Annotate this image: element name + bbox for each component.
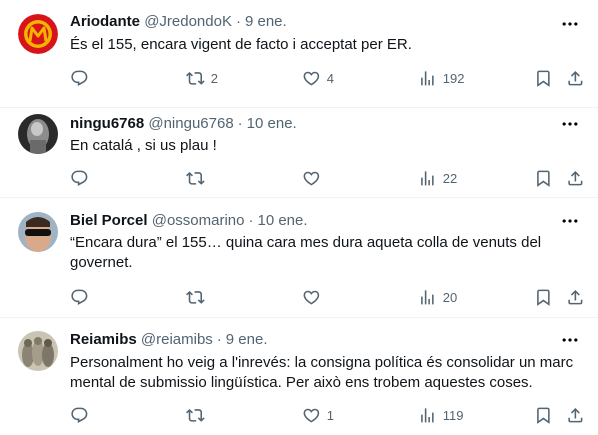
- view-count: 119: [442, 407, 464, 423]
- author-name[interactable]: Reiamibs: [70, 331, 137, 348]
- retweet-button[interactable]: [186, 287, 211, 307]
- share-icon: [566, 288, 585, 307]
- bookmark-button[interactable]: [534, 287, 553, 307]
- tweet-actions: 22: [70, 168, 590, 188]
- views-button[interactable]: 22: [418, 168, 457, 188]
- tweet[interactable]: Ariodante @JredondoK · 9 ene. És el 155, e…: [0, 0, 598, 108]
- like-count: 4: [326, 70, 334, 86]
- retweet-icon: [186, 406, 205, 425]
- avatar[interactable]: [18, 212, 58, 252]
- more-icon[interactable]: [560, 14, 580, 34]
- tweet-text: “Encara dura” el 155… quina cara mes dur…: [70, 234, 542, 271]
- like-icon: [302, 406, 321, 425]
- share-button[interactable]: [566, 168, 585, 188]
- author-name[interactable]: ningu6768: [70, 115, 144, 132]
- photo-avatar-icon: [18, 331, 58, 371]
- tweet-actions: 1 119: [70, 405, 590, 425]
- tweet-text: Personalment ho veig a l'inrevés: la con…: [70, 354, 574, 391]
- author-name[interactable]: Ariodante: [70, 13, 140, 30]
- author-handle[interactable]: @ningu6768: [148, 115, 233, 132]
- views-button[interactable]: 119: [418, 405, 463, 425]
- reply-icon: [70, 288, 89, 307]
- like-icon: [302, 288, 321, 307]
- reply-button[interactable]: [70, 405, 95, 425]
- tweet[interactable]: ningu6768 @ningu6768 · 10 ene. En catalá ,…: [0, 108, 598, 198]
- retweet-count: 2: [210, 70, 218, 86]
- author-handle[interactable]: @JredondoK: [144, 13, 232, 30]
- like-button[interactable]: [302, 168, 327, 188]
- share-icon: [566, 406, 585, 425]
- author-handle[interactable]: @reiamibs: [141, 331, 213, 348]
- like-button[interactable]: 1: [302, 405, 334, 425]
- like-button[interactable]: 4: [302, 68, 334, 88]
- view-count: 192: [442, 70, 465, 86]
- more-icon[interactable]: [560, 211, 580, 231]
- tweet[interactable]: Biel Porcel @ossomarino · 10 ene. “Encara …: [0, 198, 598, 318]
- views-icon: [418, 406, 437, 425]
- retweet-button[interactable]: [186, 168, 211, 188]
- avatar[interactable]: [18, 114, 58, 154]
- views-button[interactable]: 192: [418, 68, 464, 88]
- bookmark-icon: [534, 69, 553, 88]
- avatar[interactable]: [18, 14, 58, 54]
- share-button[interactable]: [566, 405, 585, 425]
- retweet-button[interactable]: 2: [186, 68, 218, 88]
- separator: ·: [248, 212, 254, 229]
- avatar[interactable]: [18, 331, 58, 371]
- reply-icon: [70, 169, 89, 188]
- reply-icon: [70, 69, 89, 88]
- share-icon: [566, 69, 585, 88]
- timestamp[interactable]: 10 ene.: [257, 212, 307, 229]
- bookmark-button[interactable]: [534, 168, 553, 188]
- reply-button[interactable]: [70, 68, 95, 88]
- like-icon: [302, 169, 321, 188]
- tweet[interactable]: Reiamibs @reiamibs · 9 ene. Personalment h…: [0, 318, 598, 435]
- separator: ·: [235, 13, 241, 30]
- retweet-icon: [186, 169, 205, 188]
- photo-avatar-icon: [18, 212, 58, 252]
- share-icon: [566, 169, 585, 188]
- timestamp[interactable]: 9 ene.: [226, 331, 268, 348]
- bookmark-button[interactable]: [534, 405, 553, 425]
- reply-icon: [70, 406, 89, 425]
- views-icon: [418, 169, 437, 188]
- timestamp[interactable]: 9 ene.: [245, 13, 287, 30]
- bookmark-button[interactable]: [534, 68, 553, 88]
- author-name[interactable]: Biel Porcel: [70, 212, 148, 229]
- separator: ·: [237, 115, 243, 132]
- timestamp[interactable]: 10 ene.: [247, 115, 297, 132]
- view-count: 20: [442, 289, 458, 305]
- view-count: 22: [442, 170, 458, 186]
- share-button[interactable]: [566, 287, 585, 307]
- bookmark-icon: [534, 288, 553, 307]
- share-button[interactable]: [566, 68, 585, 88]
- separator: ·: [216, 331, 222, 348]
- like-count: 1: [326, 407, 334, 423]
- photo-avatar-icon: [18, 114, 58, 154]
- logo-avatar-icon: [18, 14, 58, 54]
- like-icon: [302, 69, 321, 88]
- views-icon: [418, 288, 437, 307]
- retweet-button[interactable]: [186, 405, 211, 425]
- like-button[interactable]: [302, 287, 327, 307]
- views-button[interactable]: 20: [418, 287, 457, 307]
- bookmark-icon: [534, 169, 553, 188]
- retweet-icon: [186, 69, 205, 88]
- more-icon[interactable]: [560, 330, 580, 350]
- reply-button[interactable]: [70, 168, 95, 188]
- bookmark-icon: [534, 406, 553, 425]
- author-handle[interactable]: @ossomarino: [152, 212, 245, 229]
- more-icon[interactable]: [560, 114, 580, 134]
- reply-button[interactable]: [70, 287, 95, 307]
- tweet-text: És el 155, encara vigent de facto i acce…: [70, 36, 412, 53]
- tweet-actions: 2 4 192: [70, 68, 590, 88]
- tweet-actions: 20: [70, 287, 590, 307]
- retweet-icon: [186, 288, 205, 307]
- views-icon: [418, 69, 437, 88]
- tweet-text: En catalá , si us plau !: [70, 137, 217, 154]
